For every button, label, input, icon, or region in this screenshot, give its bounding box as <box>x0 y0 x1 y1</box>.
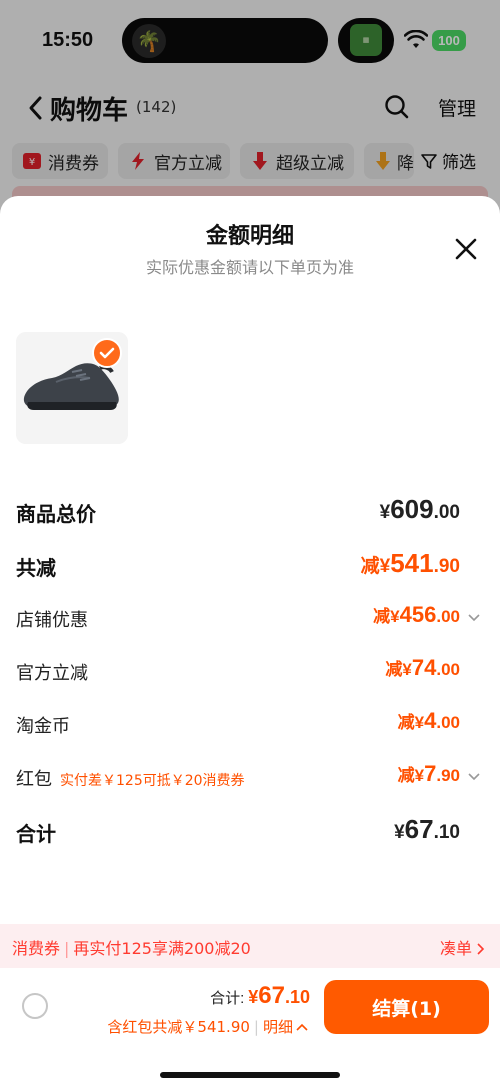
amount-prefix: ¥ <box>379 502 391 523</box>
row-amount: ¥67.10 <box>394 814 460 845</box>
summary-divider: | <box>253 1018 259 1036</box>
row-label: 红包 实付差￥125可抵￥20消费券 <box>16 765 245 791</box>
promo-link-label: 凑单 <box>440 939 473 958</box>
selected-check-icon[interactable] <box>92 338 122 368</box>
total-dec: .10 <box>284 987 310 1007</box>
row-amount: 减¥4.00 <box>398 708 460 734</box>
row-grand-total: 合计 ¥67.10 <box>16 814 484 846</box>
row-label: 淘金币 <box>16 716 70 737</box>
select-all-checkbox[interactable] <box>22 993 48 1019</box>
detail-toggle-label: 明细 <box>262 1018 293 1036</box>
row-red-packet[interactable]: 红包 实付差￥125可抵￥20消费券 减¥7.90 <box>16 761 484 793</box>
red-packet-label: 红包 <box>16 769 52 790</box>
row-goods-total: 商品总价 ¥609.00 <box>16 494 484 526</box>
total-prefix: ¥ <box>248 987 259 1007</box>
promo-text: 消费券 | 再实付125享满200减20 <box>12 935 251 959</box>
chevron-down-icon[interactable] <box>468 773 480 781</box>
amount-int: 4 <box>424 708 437 733</box>
total-int: 67 <box>258 982 285 1009</box>
row-official-reduction: 官方立减 减¥74.00 <box>16 655 484 687</box>
row-label: 官方立减 <box>16 663 88 684</box>
checkout-button[interactable]: 结算(1) <box>324 980 489 1034</box>
chevron-down-icon[interactable] <box>468 614 480 622</box>
amount-int: 74 <box>411 655 437 680</box>
amount-prefix: 减¥ <box>397 766 425 785</box>
amount-dec: .00 <box>436 713 460 732</box>
chevron-up-icon <box>296 1023 308 1031</box>
row-store-discount[interactable]: 店铺优惠 减¥456.00 <box>16 602 484 634</box>
promo-message: 再实付125享满200减20 <box>73 939 251 958</box>
amount-dec: .00 <box>436 607 460 626</box>
total-label: 合计: <box>210 990 245 1007</box>
promo-divider: | <box>64 939 70 958</box>
row-label: 共减 <box>16 556 56 580</box>
row-amount: ¥609.00 <box>380 494 460 525</box>
row-amount: 减¥541.90 <box>361 548 460 579</box>
amount-int: 609 <box>390 494 434 524</box>
amount-dec: .10 <box>433 822 460 843</box>
amount-prefix: 减¥ <box>385 660 412 679</box>
promo-tag: 消费券 <box>12 939 61 958</box>
amount-int: 67 <box>404 814 434 844</box>
amount-prefix: 减¥ <box>360 556 391 577</box>
red-packet-note: 实付差￥125可抵￥20消费券 <box>60 773 245 789</box>
discount-summary[interactable]: 含红包共减￥541.90 | 明细 <box>107 1016 308 1037</box>
amount-dec: .00 <box>436 660 460 679</box>
sheet-title: 金额明细 <box>205 224 294 249</box>
discount-summary-text: 含红包共减￥541.90 <box>107 1018 250 1036</box>
row-label: 店铺优惠 <box>16 610 88 631</box>
amount-int: 456 <box>399 602 437 627</box>
amount-int: 7 <box>424 761 437 786</box>
row-total-reduction: 共减 减¥541.90 <box>16 548 484 580</box>
row-amount: 减¥74.00 <box>385 655 460 681</box>
amount-dec: .90 <box>436 766 460 785</box>
amount-prefix: ¥ <box>394 822 405 843</box>
chevron-right-icon <box>477 943 485 955</box>
coupon-promo-bar: 消费券 | 再实付125享满200减20 凑单 <box>0 924 500 968</box>
amount-prefix: 减¥ <box>397 713 425 732</box>
sheet-subtitle: 实际优惠金额请以下单页为准 <box>145 258 354 277</box>
close-icon[interactable] <box>453 236 479 262</box>
row-amount: 减¥7.90 <box>398 761 460 787</box>
amount-int: 541 <box>390 548 434 578</box>
row-amount: 减¥456.00 <box>373 602 460 628</box>
amount-prefix: 减¥ <box>373 607 400 626</box>
total-amount: 合计: ¥67.10 <box>210 982 310 1010</box>
amount-dec: .90 <box>433 556 460 577</box>
checkout-footer: 合计: ¥67.10 含红包共减￥541.90 | 明细 结算(1) <box>0 968 500 1087</box>
home-indicator <box>160 1072 340 1078</box>
row-label: 合计 <box>16 822 56 846</box>
row-taobao-coins: 淘金币 减¥4.00 <box>16 708 484 740</box>
add-more-items-link[interactable]: 凑单 <box>440 935 485 959</box>
row-label: 商品总价 <box>16 502 96 526</box>
amount-dec: .00 <box>433 502 460 523</box>
